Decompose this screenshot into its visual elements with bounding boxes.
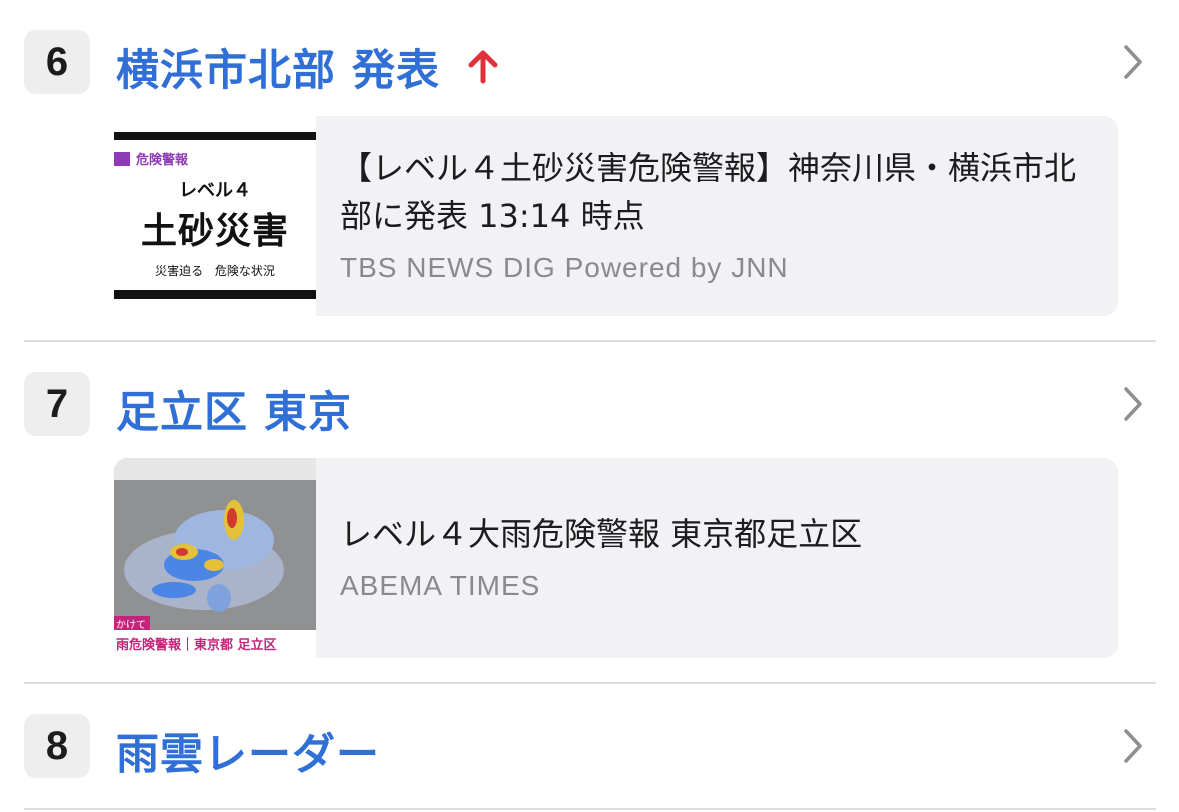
trend-title[interactable]: 雨雲レーダー (116, 720, 380, 782)
trend-title-text: 足立区 東京 (116, 388, 352, 438)
article-headline: 【レベル４土砂災害危険警報】神奈川県・横浜市北部に発表 13:14 時点 (340, 149, 1077, 235)
ranking-item-7[interactable]: 7 足立区 東京 かけて 雨危険警報｜東京都 足立区 レベル４大雨危険警報 東京… (0, 342, 1179, 682)
article-source: ABEMA TIMES (340, 570, 541, 601)
article-source: TBS NEWS DIG Powered by JNN (340, 252, 789, 283)
rank-badge: 8 (24, 714, 90, 778)
trend-title-text: 雨雲レーダー (116, 730, 380, 780)
article-thumbnail: かけて 雨危険警報｜東京都 足立区 (114, 458, 316, 658)
chevron-right-icon[interactable] (1122, 43, 1144, 81)
trend-title[interactable]: 横浜市北部 発表 (116, 36, 500, 98)
article-headline: レベル４大雨危険警報 東京都足立区 (340, 515, 863, 553)
chevron-right-icon[interactable] (1122, 385, 1144, 423)
rank-badge: 6 (24, 30, 90, 94)
chevron-right-icon[interactable] (1122, 727, 1144, 765)
radar-map-image (114, 480, 316, 630)
trend-title-text: 横浜市北部 発表 (116, 46, 440, 96)
article-card[interactable]: かけて 雨危険警報｜東京都 足立区 レベル４大雨危険警報 東京都足立区 ABEM… (114, 458, 1118, 658)
trend-title[interactable]: 足立区 東京 (116, 378, 352, 440)
article-card[interactable]: 危険警報 レベル４ 土砂災害 災害迫る 危険な状況 【レベル４土砂災害危険警報】… (114, 116, 1118, 316)
up-arrow-icon (468, 50, 498, 84)
rank-badge: 7 (24, 372, 90, 436)
ranking-item-6[interactable]: 6 横浜市北部 発表 危険警報 レベル４ 土砂災害 災害迫る 危険な状況 【レベ… (0, 0, 1179, 340)
divider (24, 808, 1156, 810)
article-thumbnail: 危険警報 レベル４ 土砂災害 災害迫る 危険な状況 (114, 116, 316, 316)
ranking-item-8[interactable]: 8 雨雲レーダー (0, 684, 1179, 812)
